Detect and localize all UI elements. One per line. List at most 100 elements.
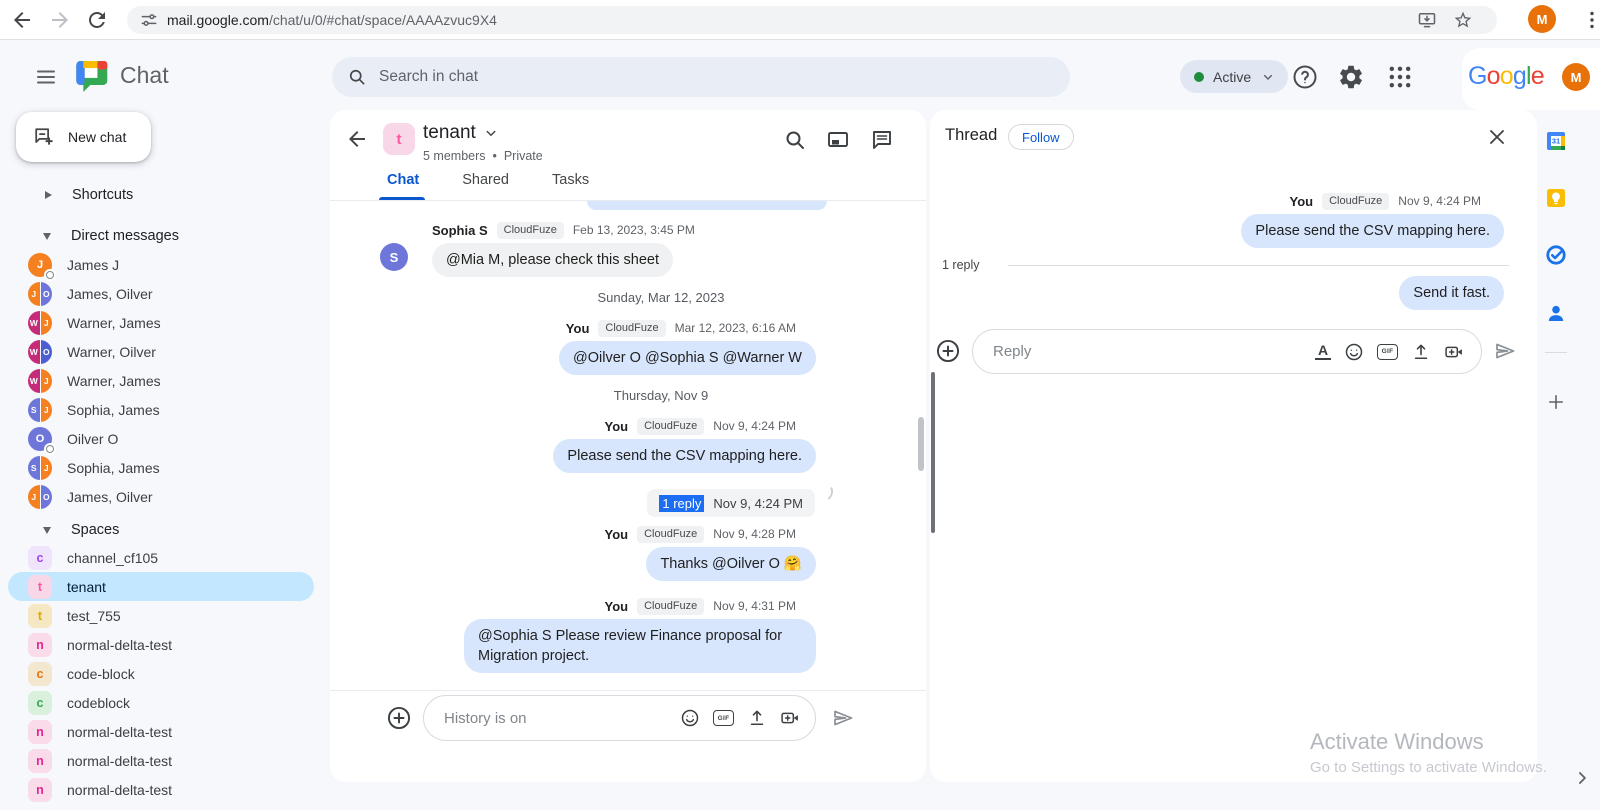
thread-reply-chip[interactable]: 1 reply Nov 9, 4:24 PM [647,489,815,517]
thread-curve-icon [815,481,835,503]
dm-item[interactable]: W J Warner, James [8,308,314,337]
follow-button[interactable]: Follow [1008,124,1074,150]
emoji-icon[interactable] [1344,342,1364,362]
dm-item[interactable]: J O James, Oilver [8,279,314,308]
google-keep-icon[interactable] [1544,186,1568,210]
back-arrow-icon[interactable] [345,127,369,151]
space-item[interactable]: n normal-delta-test [8,746,314,775]
active-status-dot [1194,71,1204,82]
main-menu-icon[interactable] [34,65,58,89]
dm-item[interactable]: J James J [8,250,314,279]
space-item[interactable]: t test_755 [8,601,314,630]
dm-item[interactable]: S J Sophia, James [8,453,314,482]
space-item[interactable]: n normal-delta-test [8,775,314,804]
google-logo-letter: o [1499,62,1514,90]
new-chat-button[interactable]: New chat [16,112,151,162]
dm-item[interactable]: W J Warner, James [8,366,314,395]
compose-divider [330,690,926,691]
dm-item[interactable]: W O Warner, Oilver [8,337,314,366]
avatar-half: W [28,339,40,364]
search-input[interactable]: Search in chat [332,57,1070,97]
reply-input[interactable]: Reply A GIF [972,329,1482,374]
chat-scrollbar-thumb[interactable] [918,417,924,471]
search-in-space-icon[interactable] [783,128,807,152]
send-icon[interactable] [831,706,855,730]
space-item[interactable]: c code-block [8,659,314,688]
sender-name: You [565,320,590,336]
format-text-icon[interactable]: A [1315,343,1331,360]
dm-item[interactable]: S J Sophia, James [8,395,314,424]
sidebar-section-spaces[interactable]: Spaces [0,516,330,544]
google-logo: Google [1468,62,1545,91]
address-bar[interactable]: mail.google.com/chat/u/0/#chat/space/AAA… [127,6,1497,34]
tab-shared[interactable]: Shared [462,172,509,198]
google-tasks-icon[interactable] [1544,243,1568,267]
dm-item-label: Sophia, James [67,401,160,418]
message-timestamp: Nov 9, 4:24 PM [713,419,796,433]
space-item-label: test_755 [67,607,121,624]
send-icon[interactable] [1493,339,1517,363]
tab-tasks[interactable]: Tasks [552,172,589,198]
account-avatar[interactable]: M [1562,63,1590,91]
presence-status-selector[interactable]: Active [1180,60,1289,93]
user-avatar: JO [28,484,52,509]
close-icon[interactable] [1485,125,1509,149]
user-avatar: SJ [28,397,52,422]
browser-reload-icon[interactable] [85,8,109,32]
upload-icon[interactable] [1411,342,1431,362]
browser-back-icon[interactable] [10,8,34,32]
dm-item[interactable]: J O James, Oilver [8,482,314,511]
dm-item[interactable]: O Oilver O [8,424,314,453]
space-item[interactable]: n normal-delta-test [8,717,314,746]
browser-profile-avatar[interactable]: M [1528,5,1556,33]
emoji-icon[interactable] [680,708,700,728]
google-apps-grid-icon[interactable] [1386,63,1414,91]
sidebar-section-shortcuts[interactable]: Shortcuts [0,181,330,209]
sidebar-section-direct-messages[interactable]: Direct messages [0,222,330,250]
space-item-label: normal-delta-test [67,752,173,769]
chip-timestamp: Nov 9, 4:24 PM [713,495,803,511]
space-avatar: n [28,719,52,744]
browser-menu-icon[interactable] [1580,8,1600,32]
space-title[interactable]: tenant [423,122,500,144]
google-calendar-icon[interactable]: 31 [1544,129,1568,153]
message-input[interactable]: History is on GIF [423,695,816,741]
thread-panel: Thread Follow You CloudFuze Nov 9, 4:24 … [930,110,1537,782]
search-placeholder: Search in chat [379,68,479,85]
user-avatar: SJ [28,455,52,480]
reply-count-divider: 1 reply [942,258,1509,272]
sender-name: You [604,418,629,434]
google-contacts-icon[interactable] [1544,301,1568,325]
video-meet-icon[interactable] [780,708,800,728]
sender-name: You [1289,193,1314,209]
dm-item-label: James J [67,256,120,273]
video-meet-icon[interactable] [1444,342,1464,362]
bookmark-star-icon[interactable] [1453,10,1473,30]
add-attachment-icon[interactable] [386,705,412,731]
space-item[interactable]: n normal-delta-test [8,630,314,659]
tab-chat[interactable]: Chat [387,172,419,198]
settings-gear-icon[interactable] [1337,63,1365,91]
message: You CloudFuze Nov 9, 4:28 PM Thanks @Oilver… [330,525,816,581]
open-chat-window-icon[interactable] [870,128,894,152]
browser-forward-icon[interactable] [48,8,72,32]
space-item[interactable]: t tenant [8,572,314,601]
gif-icon[interactable]: GIF [713,710,734,726]
picture-in-picture-icon[interactable] [826,128,850,152]
gif-icon[interactable]: GIF [1377,343,1398,360]
user-avatar: S [380,243,408,271]
space-item[interactable]: c channel_cf105 [8,543,314,572]
upload-icon[interactable] [747,708,767,728]
truncated-bubble [587,201,827,210]
panel-resize-handle[interactable] [931,372,935,533]
add-attachment-icon[interactable] [935,338,961,364]
message-input-placeholder: History is on [444,709,527,727]
install-app-icon[interactable] [1417,10,1437,30]
space-item[interactable]: c codeblock [8,688,314,717]
help-icon[interactable] [1291,63,1319,91]
expand-panel-chevron-icon[interactable] [1572,768,1592,788]
app-title: Chat [120,62,169,88]
site-settings-icon[interactable] [139,10,159,30]
get-add-ons-icon[interactable] [1546,392,1566,412]
google-logo-letter: g [1512,62,1527,90]
